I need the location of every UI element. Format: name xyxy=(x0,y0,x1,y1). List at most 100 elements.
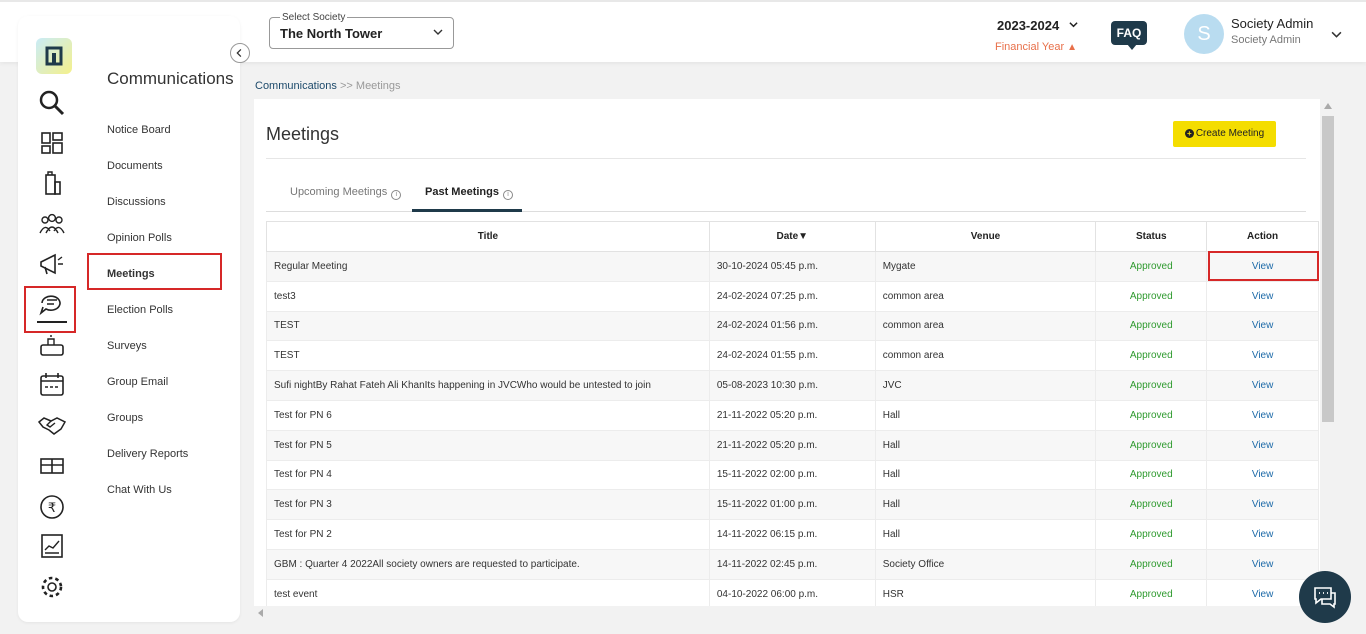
meetings-highlight xyxy=(87,253,222,290)
view-link[interactable]: View xyxy=(1206,489,1319,521)
subnav-item-discussions[interactable]: Discussions xyxy=(107,196,166,208)
table-row: test3 24-02-2024 07:25 p.m. common area App… xyxy=(266,280,1319,312)
table-row: Test for PN 3 15-11-2022 01:00 p.m. Hall Ap… xyxy=(266,489,1319,521)
cell-title: Test for PN 6 xyxy=(266,399,710,431)
gift-icon[interactable] xyxy=(37,450,67,480)
search-icon[interactable] xyxy=(37,88,67,118)
cell-date: 24-02-2024 01:56 p.m. xyxy=(708,310,876,342)
financial-year-label: Financial Year ▲ xyxy=(995,41,1078,53)
cell-date: 14-11-2022 06:15 p.m. xyxy=(708,519,876,550)
rupee-icon[interactable]: ₹ xyxy=(37,492,67,522)
cell-status: Approved xyxy=(1095,280,1208,312)
info-icon: i xyxy=(502,190,513,200)
table-row: Test for PN 5 21-11-2022 05:20 p.m. Hall Ap… xyxy=(266,429,1319,461)
cell-title: Test for PN 3 xyxy=(266,489,710,521)
chevron-down-icon[interactable] xyxy=(1069,20,1078,29)
view-link[interactable]: View xyxy=(1206,399,1319,431)
tab-upcoming-meetings[interactable]: Upcoming Meetings i xyxy=(290,186,402,200)
vertical-scrollbar[interactable] xyxy=(1320,99,1336,606)
warning-icon: ▲ xyxy=(1067,42,1078,53)
chevron-down-icon[interactable] xyxy=(1331,29,1342,40)
subnav-item-chat-with-us[interactable]: Chat With Us xyxy=(107,484,172,496)
active-tab-indicator xyxy=(412,209,522,212)
cell-status: Approved xyxy=(1095,370,1208,401)
create-meeting-button[interactable]: + Create Meeting xyxy=(1173,121,1276,147)
page-title: Meetings xyxy=(266,124,340,144)
society-select[interactable]: Select Society The North Tower xyxy=(269,12,454,49)
view-link[interactable]: View xyxy=(1206,548,1319,580)
cell-venue: common area xyxy=(874,340,1097,372)
scroll-left-icon[interactable] xyxy=(258,609,263,617)
subnav-item-surveys[interactable]: Surveys xyxy=(107,340,147,352)
column-header-status[interactable]: Status xyxy=(1095,221,1208,252)
view-link[interactable]: View xyxy=(1206,429,1319,461)
building-icon[interactable] xyxy=(37,169,67,199)
subnav-item-election-polls[interactable]: Election Polls xyxy=(107,304,173,316)
avatar[interactable]: S xyxy=(1184,14,1224,54)
subnav-item-groups[interactable]: Groups xyxy=(107,412,143,424)
cell-title: Test for PN 5 xyxy=(266,429,710,461)
table-row: TEST 24-02-2024 01:55 p.m. common area Appr… xyxy=(266,340,1319,372)
view-link[interactable]: View xyxy=(1206,340,1319,372)
main-panel: Meetings + Create Meeting Upcoming Meetin… xyxy=(254,99,1320,606)
cell-status: Approved xyxy=(1095,310,1208,342)
active-nav-indicator xyxy=(37,321,67,323)
subnav-item-notice-board[interactable]: Notice Board xyxy=(107,124,171,136)
calendar-icon[interactable] xyxy=(37,370,67,400)
table-row: test event 04-10-2022 06:00 p.m. HSR Approv… xyxy=(266,578,1319,606)
cell-venue: HSR xyxy=(874,578,1097,606)
subnav-item-group-email[interactable]: Group Email xyxy=(107,376,168,388)
cell-date: 24-02-2024 07:25 p.m. xyxy=(708,280,876,312)
handshake-icon[interactable] xyxy=(37,410,67,440)
table-row: TEST 24-02-2024 01:56 p.m. common area Appr… xyxy=(266,310,1319,342)
table-row: Test for PN 6 21-11-2022 05:20 p.m. Hall Ap… xyxy=(266,399,1319,431)
faq-button[interactable]: FAQ xyxy=(1111,21,1147,50)
society-select-value: The North Tower xyxy=(280,26,383,41)
dashboard-icon[interactable] xyxy=(37,128,67,158)
table-header-row: Title Date▼ Venue Status Action xyxy=(266,221,1319,252)
view-link[interactable]: View xyxy=(1206,459,1319,491)
subnav-item-opinion-polls[interactable]: Opinion Polls xyxy=(107,232,172,244)
year-select[interactable]: 2023-2024 xyxy=(997,18,1059,33)
user-name[interactable]: Society Admin xyxy=(1231,16,1313,31)
breadcrumb-parent[interactable]: Communications xyxy=(255,80,337,92)
cell-venue: Hall xyxy=(874,519,1097,550)
view-link[interactable]: View xyxy=(1206,519,1319,550)
cell-title: Sufi nightBy Rahat Fateh Ali KhanIts hap… xyxy=(266,370,710,401)
view-link[interactable]: View xyxy=(1206,370,1319,401)
cell-status: Approved xyxy=(1095,489,1208,521)
table-row: Regular Meeting 30-10-2024 05:45 p.m. Myga… xyxy=(266,251,1319,282)
table-row: Sufi nightBy Rahat Fateh Ali KhanIts hap… xyxy=(266,370,1319,401)
table-row: Test for PN 4 15-11-2022 02:00 p.m. Hall Ap… xyxy=(266,459,1319,491)
view-link[interactable]: View xyxy=(1206,251,1319,282)
people-icon[interactable] xyxy=(37,209,67,239)
view-link[interactable]: View xyxy=(1206,280,1319,312)
column-header-title[interactable]: Title xyxy=(266,221,710,252)
column-header-date[interactable]: Date▼ xyxy=(708,221,876,252)
cell-date: 24-02-2024 01:55 p.m. xyxy=(708,340,876,372)
view-link[interactable]: View xyxy=(1206,310,1319,342)
chat-support-button[interactable] xyxy=(1299,571,1351,623)
society-select-label: Select Society xyxy=(280,12,348,23)
megaphone-icon[interactable] xyxy=(37,249,67,279)
info-icon: i xyxy=(391,190,402,200)
settings-icon[interactable] xyxy=(37,572,67,602)
tab-past-meetings[interactable]: Past Meetings i xyxy=(425,186,513,200)
scroll-up-icon[interactable] xyxy=(1324,103,1332,109)
parking-icon[interactable] xyxy=(37,331,67,361)
cell-venue: JVC xyxy=(874,370,1097,401)
cell-title: Test for PN 4 xyxy=(266,459,710,491)
cell-date: 21-11-2022 05:20 p.m. xyxy=(708,399,876,431)
subnav-item-documents[interactable]: Documents xyxy=(107,160,163,172)
breadcrumb-separator: >> xyxy=(339,80,353,92)
section-title: Communications xyxy=(107,69,234,88)
scrollbar-thumb[interactable] xyxy=(1322,116,1334,422)
collapse-sidebar-button[interactable] xyxy=(230,43,250,63)
column-header-venue[interactable]: Venue xyxy=(874,221,1097,252)
chart-icon[interactable] xyxy=(37,531,67,561)
subnav-item-delivery-reports[interactable]: Delivery Reports xyxy=(107,448,188,460)
cell-title: test3 xyxy=(266,280,710,312)
active-nav-highlight xyxy=(24,286,76,333)
app-logo[interactable] xyxy=(36,38,72,74)
cell-venue: common area xyxy=(874,310,1097,342)
